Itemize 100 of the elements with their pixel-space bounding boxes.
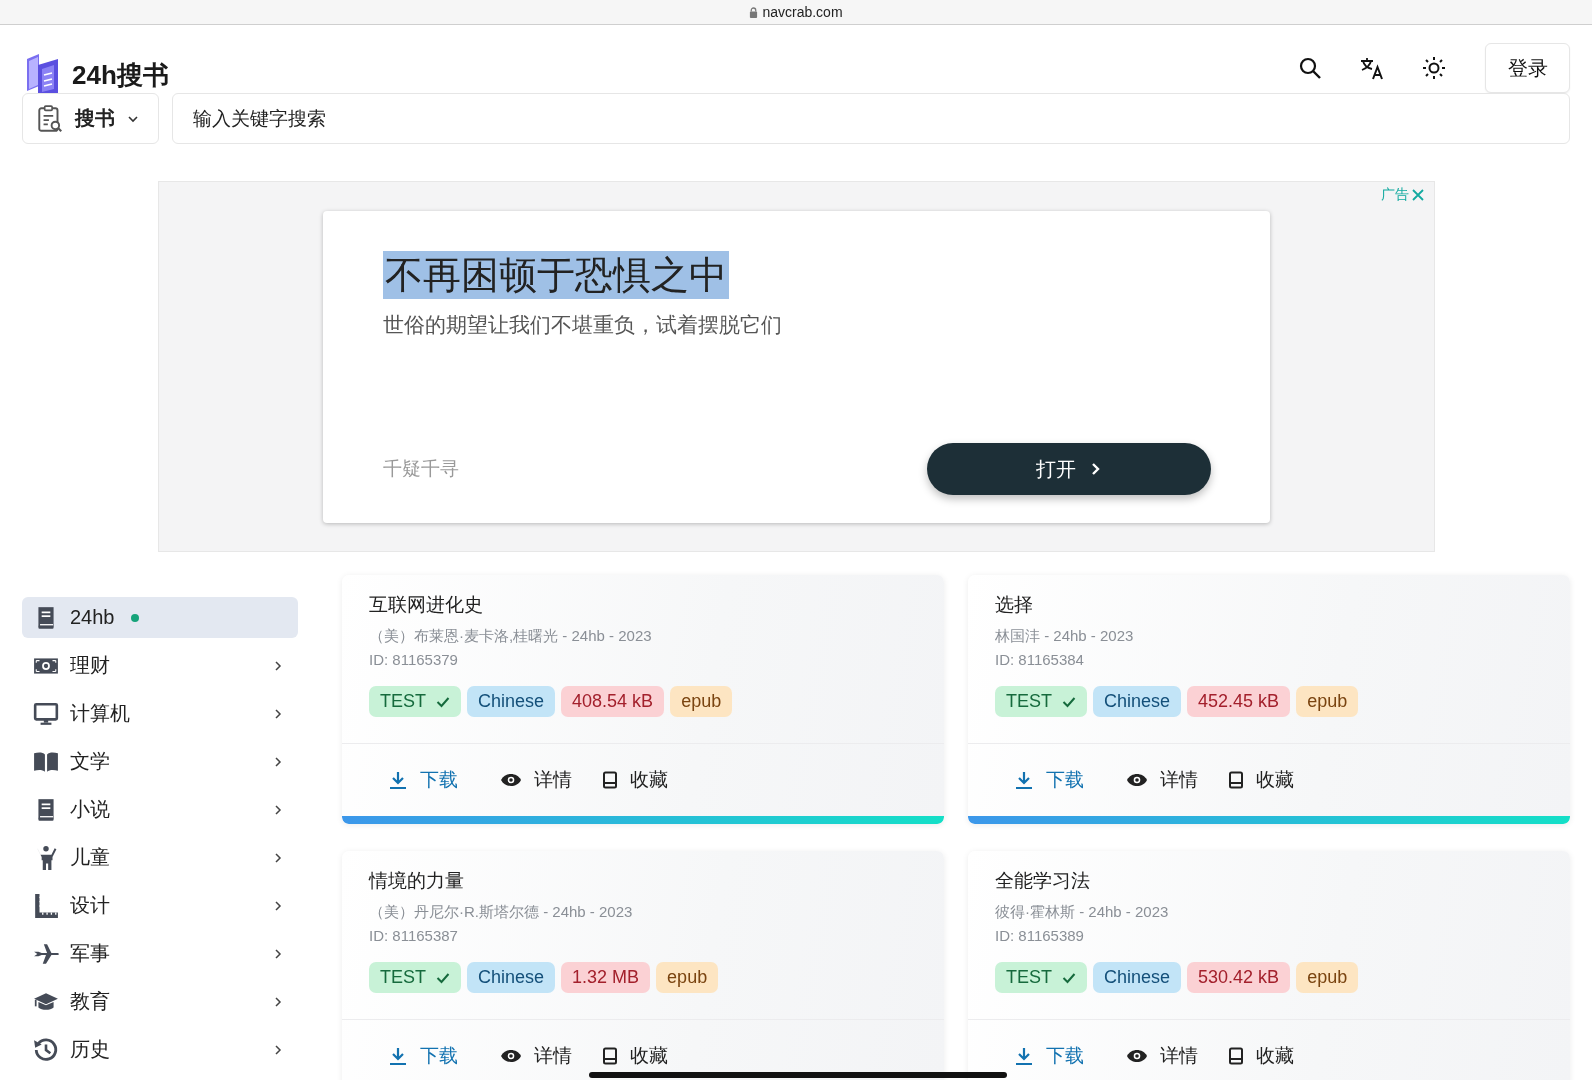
eye-icon <box>1126 773 1148 787</box>
sidebar-label: 儿童 <box>70 845 110 870</box>
size-tag: 530.42 kB <box>1187 962 1291 993</box>
book-meta: （美）布莱恩·麦卡洛,桂曙光 - 24hb - 2023 <box>369 626 653 646</box>
monitor-icon <box>33 700 59 727</box>
format-tag: epub <box>670 686 733 717</box>
eye-icon <box>1126 1049 1148 1063</box>
sidebar-item[interactable]: 儿童 <box>22 837 298 878</box>
book-id: ID: 81165379 <box>369 650 459 670</box>
bookmark-icon <box>1228 1047 1244 1065</box>
format-tag: epub <box>1296 686 1359 717</box>
status-tag: TEST <box>995 686 1087 717</box>
chevron-right-icon <box>273 803 283 816</box>
language-tag: Chinese <box>1093 686 1182 717</box>
search-icon[interactable] <box>1298 56 1322 80</box>
book-title[interactable]: 全能学习法 <box>995 868 1543 894</box>
favorite-button[interactable]: 收藏 <box>602 767 668 793</box>
book-title[interactable]: 互联网进化史 <box>369 592 917 618</box>
download-icon <box>1014 770 1034 790</box>
sidebar-item[interactable]: 理财 <box>22 645 298 686</box>
favorite-button[interactable]: 收藏 <box>602 1043 668 1069</box>
book-id: ID: 81165389 <box>995 926 1085 946</box>
language-tag: Chinese <box>1093 962 1182 993</box>
check-icon <box>1062 971 1076 984</box>
download-icon <box>1014 1046 1034 1066</box>
download-icon <box>388 770 408 790</box>
sidebar-item[interactable]: 小说 <box>22 789 298 830</box>
sidebar-item[interactable]: 24hb <box>22 597 298 638</box>
sidebar-item[interactable]: 文学 <box>22 741 298 782</box>
status-tag: TEST <box>369 686 461 717</box>
translate-icon[interactable] <box>1360 56 1384 80</box>
sidebar-label: 24hb <box>70 606 115 629</box>
chevron-right-icon <box>273 899 283 912</box>
sidebar-label: 设计 <box>70 893 110 918</box>
ad-headline: 不再困顿于恐惧之中 <box>382 251 729 299</box>
favorite-button[interactable]: 收藏 <box>1228 767 1294 793</box>
search-field[interactable]: 输入关键字搜索 <box>172 93 1570 144</box>
language-tag: Chinese <box>467 686 556 717</box>
sidebar-label: 历史 <box>70 1037 110 1062</box>
status-tag: TEST <box>995 962 1087 993</box>
favorite-button[interactable]: 收藏 <box>1228 1043 1294 1069</box>
details-button[interactable]: 详情 <box>500 1043 572 1069</box>
sidebar-label: 教育 <box>70 989 110 1014</box>
size-tag: 408.54 kB <box>561 686 665 717</box>
download-button[interactable]: 下载 <box>1014 1043 1084 1069</box>
sidebar-label: 小说 <box>70 797 110 822</box>
chevron-right-icon <box>273 947 283 960</box>
chevron-right-icon <box>273 755 283 768</box>
book-title[interactable]: 选择 <box>995 592 1543 618</box>
check-icon <box>436 695 450 708</box>
sidebar-label: 计算机 <box>70 701 130 726</box>
sidebar-label: 军事 <box>70 941 110 966</box>
status-dot <box>130 613 139 622</box>
details-button[interactable]: 详情 <box>1126 767 1198 793</box>
sidebar-label: 理财 <box>70 653 110 678</box>
bookmark-icon <box>602 1047 618 1065</box>
download-button[interactable]: 下载 <box>388 1043 458 1069</box>
check-icon <box>1062 695 1076 708</box>
sidebar-item[interactable]: 计算机 <box>22 693 298 734</box>
download-icon <box>388 1046 408 1066</box>
book-title[interactable]: 情境的力量 <box>369 868 917 894</box>
scope-dropdown[interactable]: 搜书 <box>22 93 159 144</box>
chevron-right-icon <box>273 995 283 1008</box>
details-button[interactable]: 详情 <box>500 767 572 793</box>
chevron-right-icon <box>273 707 283 720</box>
size-tag: 452.45 kB <box>1187 686 1291 717</box>
ruler-icon <box>33 892 59 919</box>
site-title[interactable]: 24h搜书 <box>72 57 169 93</box>
address-text: navcrab.com <box>762 4 843 20</box>
sun-icon[interactable] <box>1422 56 1446 80</box>
chevron-right-icon <box>273 1043 283 1056</box>
eye-icon <box>500 1049 522 1063</box>
sidebar-item[interactable]: 设计 <box>22 885 298 926</box>
status-tag: TEST <box>369 962 461 993</box>
sidebar-item[interactable]: 历史 <box>22 1029 298 1070</box>
sidebar-item[interactable]: 教育 <box>22 981 298 1022</box>
eye-icon <box>500 773 522 787</box>
book-meta: 林国沣 - 24hb - 2023 <box>995 626 1135 646</box>
bookmark-icon <box>602 771 618 789</box>
close-icon[interactable] <box>1411 189 1424 201</box>
book-meta: 彼得·霍林斯 - 24hb - 2023 <box>995 902 1170 922</box>
format-tag: epub <box>1296 962 1359 993</box>
ad-card[interactable]: 不再困顿于恐惧之中 世俗的期望让我们不堪重负，试着摆脱它们 千疑千寻 打开 <box>322 211 1270 523</box>
open-button[interactable]: 打开 <box>926 443 1211 495</box>
book-id: ID: 81165384 <box>995 650 1085 670</box>
language-tag: Chinese <box>467 962 556 993</box>
bookmark-icon <box>1228 771 1244 789</box>
download-button[interactable]: 下载 <box>388 767 458 793</box>
sidebar-item[interactable]: 军事 <box>22 933 298 974</box>
clipboard-search-icon <box>37 103 63 134</box>
login-button[interactable]: 登录 <box>1485 43 1570 93</box>
ad-label: 广告 <box>1380 186 1409 204</box>
book-id: ID: 81165387 <box>369 926 459 946</box>
chevron-right-icon <box>1089 462 1102 476</box>
sidebar-label: 文学 <box>70 749 110 774</box>
download-button[interactable]: 下载 <box>1014 767 1084 793</box>
book-meta: （美）丹尼尔·R.斯塔尔德 - 24hb - 2023 <box>369 902 634 922</box>
details-button[interactable]: 详情 <box>1126 1043 1198 1069</box>
chevron-right-icon <box>273 851 283 864</box>
ad-subtitle: 世俗的期望让我们不堪重负，试着摆脱它们 <box>382 312 783 338</box>
